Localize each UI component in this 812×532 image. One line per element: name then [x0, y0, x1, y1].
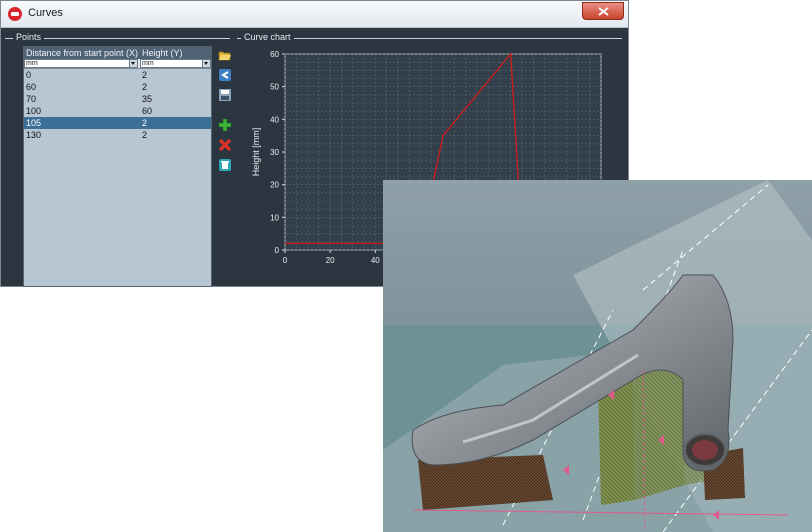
open-folder-icon[interactable]	[218, 48, 232, 62]
y-tick-label: 10	[270, 213, 279, 222]
table-row[interactable]: 70 35	[24, 93, 211, 105]
chevron-down-icon[interactable]	[202, 60, 210, 67]
column-header-height[interactable]: Height (Y)	[142, 48, 183, 58]
height-cell[interactable]: 60	[142, 106, 152, 116]
table-row[interactable]: 02	[24, 69, 211, 81]
y-tick-label: 50	[270, 83, 279, 92]
close-icon	[598, 7, 609, 16]
x-tick-label: 20	[326, 256, 335, 265]
window-title: Curves	[28, 7, 63, 19]
distance-cell[interactable]: 70	[26, 94, 36, 104]
chevron-down-icon[interactable]	[129, 60, 137, 67]
y-tick-label: 40	[270, 115, 279, 124]
app-logo-icon	[8, 7, 22, 21]
distance-unit-value: mm	[26, 60, 38, 67]
height-cell[interactable]: 2	[142, 70, 147, 80]
table-row[interactable]: 100 60	[24, 105, 211, 117]
height-unit-value: mm	[142, 60, 154, 67]
table-row[interactable]: 60 2	[24, 81, 211, 93]
chart-group-border	[237, 38, 622, 39]
distance-cell[interactable]: 60	[26, 82, 36, 92]
height-cell[interactable]: 35	[142, 94, 152, 104]
import-icon[interactable]	[218, 68, 232, 82]
column-header-distance[interactable]: Distance from start point (X)	[26, 48, 138, 58]
height-cell[interactable]: 2	[142, 82, 147, 92]
chart-group-caption: Curve chart	[241, 32, 294, 42]
unit-row: mm mm	[24, 59, 211, 69]
height-unit-select[interactable]: mm	[140, 59, 211, 68]
x-tick-label: 40	[371, 256, 380, 265]
table-header: Distance from start point (X) Height (Y)	[24, 47, 211, 59]
x-tick-label: 0	[283, 256, 288, 265]
3d-part-view	[383, 180, 812, 532]
distance-cell[interactable]: 0	[26, 70, 31, 80]
distance-cell[interactable]: 105	[26, 118, 41, 128]
distance-cell[interactable]: 130	[26, 130, 41, 140]
table-row[interactable]: 105 2	[24, 117, 211, 129]
y-tick-label: 30	[270, 148, 279, 157]
distance-unit-select[interactable]: mm	[24, 59, 138, 68]
close-button[interactable]	[582, 2, 624, 20]
height-cell[interactable]: 2	[142, 130, 147, 140]
title-bar[interactable]: Curves	[1, 1, 628, 28]
save-icon[interactable]	[218, 88, 232, 102]
points-table[interactable]: Distance from start point (X) Height (Y)…	[23, 46, 212, 287]
add-icon[interactable]	[218, 118, 232, 132]
clear-icon[interactable]	[218, 158, 232, 172]
y-tick-label: 60	[270, 50, 279, 59]
table-row[interactable]: 130 2	[24, 129, 211, 141]
points-group-caption: Points	[13, 32, 45, 42]
3d-model-render	[383, 180, 812, 532]
distance-cell[interactable]: 100	[26, 106, 41, 116]
height-cell[interactable]: 2	[142, 118, 147, 128]
y-axis-label: Height [mm]	[251, 128, 261, 177]
y-tick-label: 0	[275, 246, 280, 255]
y-tick-label: 20	[270, 181, 279, 190]
delete-icon[interactable]	[218, 138, 232, 152]
